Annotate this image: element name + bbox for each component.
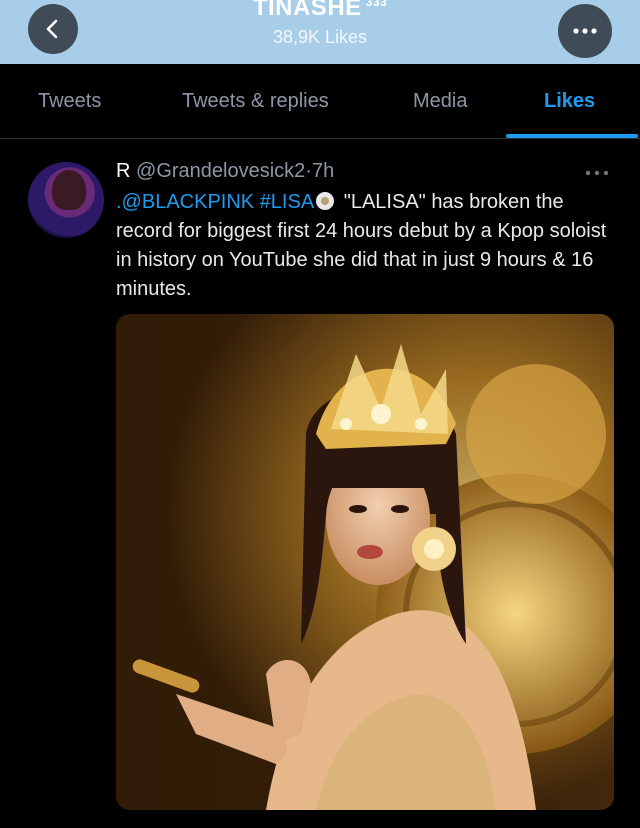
profile-name-text: TINASHE [252, 0, 362, 21]
more-horizontal-icon [585, 170, 609, 176]
tweet-media-image[interactable] [116, 314, 614, 810]
tab-tweets[interactable]: Tweets [38, 64, 101, 138]
hashtag-link[interactable]: #LISA [260, 191, 314, 213]
author-handle[interactable]: @Grandelovesick2 [136, 160, 305, 182]
profile-name: TINASHE 333 [0, 0, 640, 22]
chevron-left-icon [46, 19, 58, 39]
tweet-time[interactable]: 7h [312, 160, 334, 182]
more-button[interactable] [558, 4, 612, 58]
profile-name-suffix: 333 [365, 0, 388, 9]
tweet-text: .@BLACKPINK #LISA "LALISA" has broken th… [116, 188, 616, 304]
profile-tabs: Tweets Tweets & replies Media Likes [0, 64, 640, 139]
active-tab-indicator [506, 134, 638, 138]
likes-count: 38,9K Likes [272, 27, 368, 47]
tab-tweets-replies[interactable]: Tweets & replies [182, 64, 329, 138]
avatar[interactable] [28, 162, 104, 238]
tweet-more-button[interactable] [584, 160, 610, 183]
emoji-icon [316, 192, 335, 210]
photo-illustration [116, 314, 614, 810]
tab-likes[interactable]: Likes [544, 64, 595, 138]
mention-link[interactable]: .@BLACKPINK [116, 191, 254, 213]
tab-media[interactable]: Media [413, 64, 467, 138]
back-button[interactable] [28, 4, 78, 54]
time-separator: · [305, 160, 312, 182]
more-horizontal-icon [573, 28, 597, 34]
profile-header: TINASHE 333 38,9K Likes [0, 0, 640, 64]
tweet-header: R @Grandelovesick2·7h [116, 160, 334, 183]
author-name[interactable]: R [116, 160, 130, 182]
